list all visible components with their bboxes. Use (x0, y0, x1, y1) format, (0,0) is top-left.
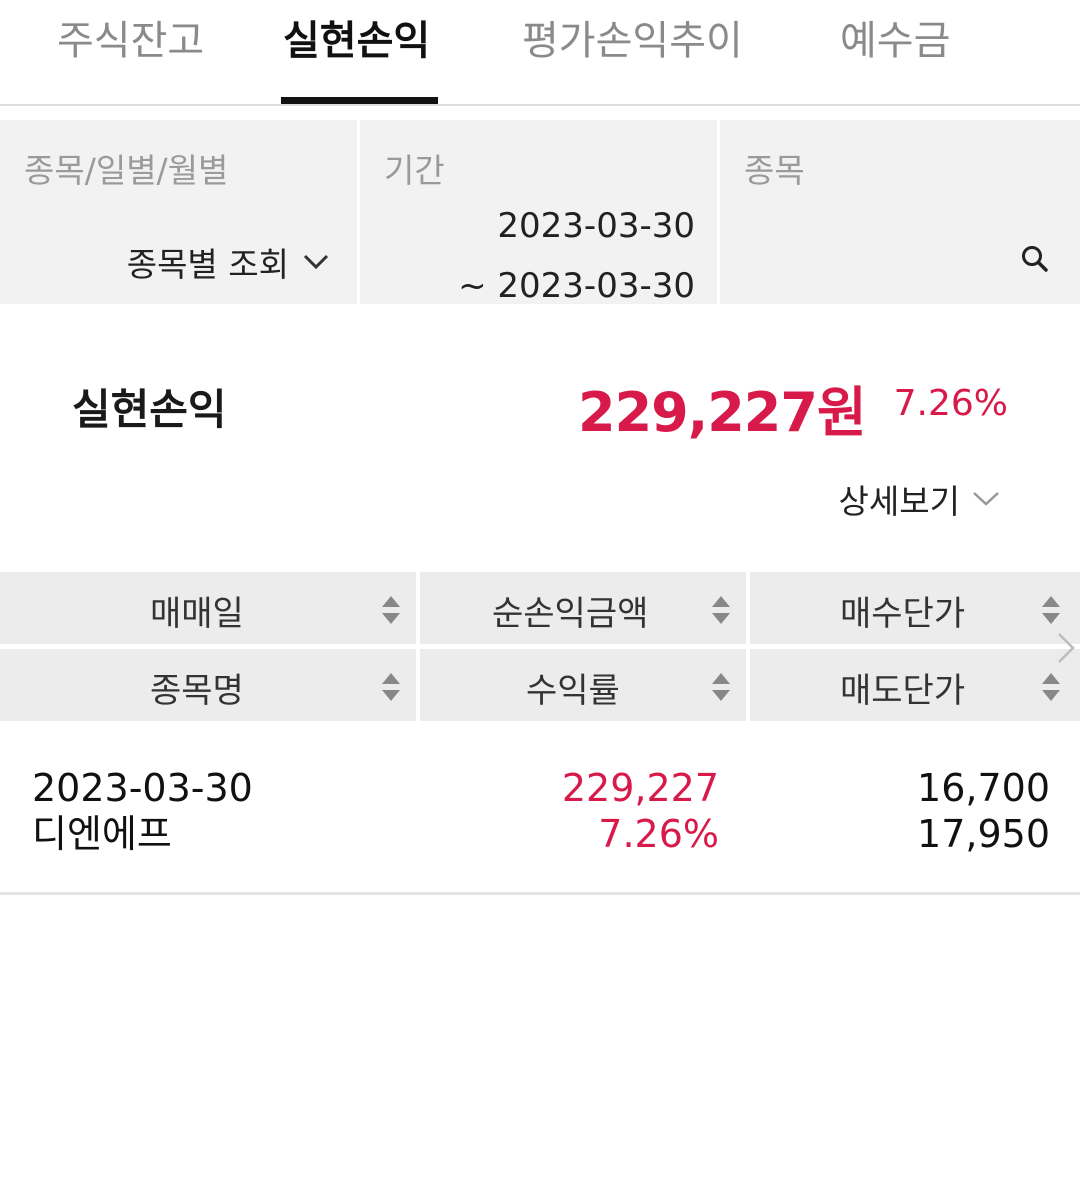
sort-header-stock-name[interactable]: 종목명 (0, 649, 416, 721)
header-return-rate: 수익률 (526, 671, 620, 711)
period-end-date: ~ 2023-03-30 (458, 266, 695, 306)
type-filter[interactable]: 종목/일별/월별 종목별 조회 (0, 120, 357, 304)
period-dates[interactable]: 2023-03-30 ~ 2023-03-30 (458, 196, 695, 316)
tab-stock-balance[interactable]: 주식잔고 (57, 8, 204, 66)
sort-header-net-profit[interactable]: 순손익금액 (420, 572, 746, 644)
table-header: 매매일 순손익금액 매수단가 종목명 수익률 매도단가 (0, 572, 1080, 724)
header-trade-date: 매매일 (150, 594, 244, 634)
cell-net-profit: 229,227 (561, 766, 719, 810)
period-filter[interactable]: 기간 2023-03-30 ~ 2023-03-30 (360, 120, 717, 306)
active-tab-indicator (281, 97, 438, 104)
header-buy-price: 매수단가 (840, 594, 966, 634)
cell-stock-name: 디엔에프 (32, 812, 172, 856)
tab-valuation-trend[interactable]: 평가손익추이 (522, 8, 743, 66)
sort-icon (712, 673, 730, 701)
sort-icon (382, 673, 400, 701)
sort-icon (382, 596, 400, 624)
period-start-date: 2023-03-30 (497, 206, 695, 246)
cell-trade-date: 2023-03-30 (32, 766, 253, 810)
tab-bar: 주식잔고 실현손익 평가손익추이 예수금 (0, 0, 1080, 106)
search-icon[interactable] (1020, 244, 1050, 274)
summary-rate: 7.26% (893, 383, 1008, 424)
cell-return-rate: 7.26% (598, 812, 719, 856)
sort-icon (1042, 673, 1060, 701)
sort-header-buy-price[interactable]: 매수단가 (750, 572, 1080, 644)
stock-filter[interactable]: 종목 (720, 120, 1080, 304)
type-select-value: 종목별 조회 (126, 245, 289, 284)
detail-toggle-label: 상세보기 (838, 482, 960, 521)
chevron-right-icon[interactable] (1056, 632, 1076, 664)
cell-sell-price: 17,950 (917, 812, 1050, 856)
sort-icon (1042, 596, 1060, 624)
detail-toggle[interactable]: 상세보기 (839, 475, 1000, 523)
sort-header-return-rate[interactable]: 수익률 (420, 649, 746, 721)
cell-buy-price: 16,700 (917, 766, 1050, 810)
chevron-down-icon (303, 254, 329, 270)
period-filter-label: 기간 (384, 151, 445, 190)
tab-deposit[interactable]: 예수금 (840, 8, 950, 66)
header-net-profit: 순손익금액 (492, 594, 649, 634)
type-filter-label: 종목/일별/월별 (24, 151, 229, 190)
chevron-down-icon (973, 492, 999, 506)
header-stock-name: 종목명 (150, 671, 244, 711)
sort-icon (712, 596, 730, 624)
sort-header-trade-date[interactable]: 매매일 (0, 572, 416, 644)
filter-bar: 종목/일별/월별 종목별 조회 기간 2023-03-30 ~ 2023-03-… (0, 120, 1080, 306)
summary-amount: 229,227원 (578, 381, 867, 444)
sort-header-sell-price[interactable]: 매도단가 (750, 649, 1080, 721)
table-row[interactable]: 2023-03-30 디엔에프 229,227 7.26% 16,700 17,… (0, 724, 1080, 895)
stock-filter-label: 종목 (744, 151, 805, 190)
header-sell-price: 매도단가 (840, 671, 966, 711)
tab-realized-profit[interactable]: 실현손익 (283, 8, 430, 66)
type-select[interactable]: 종목별 조회 (127, 238, 329, 286)
summary-label: 실현손익 (72, 385, 227, 434)
